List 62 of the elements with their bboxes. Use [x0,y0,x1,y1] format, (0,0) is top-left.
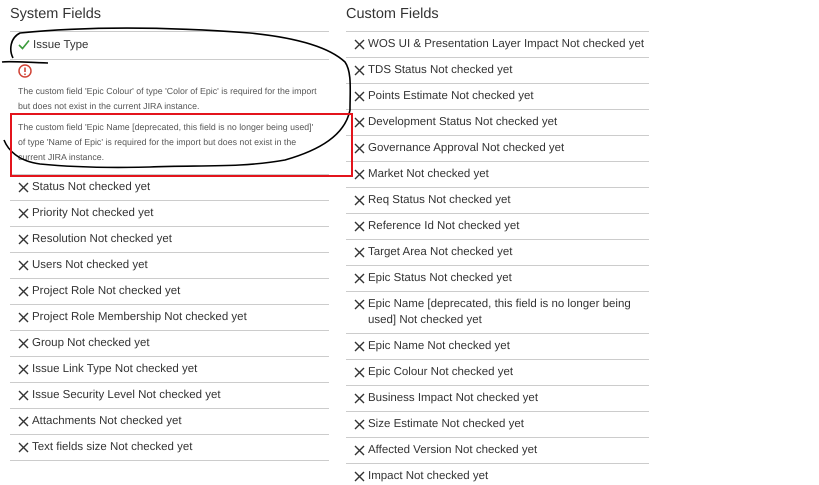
field-status-text: Priority Not checked yet [32,206,154,221]
field-status-text: Epic Status Not checked yet [368,271,512,286]
field-status-text: WOS UI & Presentation Layer Impact Not checked yet [368,37,644,52]
check-icon [18,39,30,50]
cross-icon [354,367,365,378]
field-status-text: Governance Approval Not checked yet [368,141,564,156]
cross-icon [18,416,29,427]
cross-icon [18,234,29,245]
error-message: The custom field 'Epic Colour' of type 'Color of Epic' is required for the import but does not exist in the current JIRA instance. [18,85,317,113]
cross-icon [354,471,365,482]
cross-icon [354,91,365,102]
cross-icon [18,442,29,453]
cross-icon [354,273,365,284]
field-status-text: Development Status Not checked yet [368,115,558,130]
cross-icon [18,286,29,297]
error-icon [18,64,32,78]
cross-icon [354,221,365,232]
field-status-text: Issue Type [33,38,88,53]
cross-icon [354,341,365,352]
field-status-text: Users Not checked yet [32,258,148,273]
field-status-text: Status Not checked yet [32,180,150,195]
field-status-text: Text fields size Not checked yet [32,440,192,455]
cross-icon [354,117,365,128]
field-status-text: Affected Version Not checked yet [368,443,538,458]
cross-icon [18,182,29,193]
field-status-text: Project Role Membership Not checked yet [32,310,247,325]
cross-icon [354,445,365,456]
section-title: Custom Fields [346,5,440,23]
field-status-text: Project Role Not checked yet [32,284,180,299]
cross-icon [354,65,365,76]
cross-icon [18,390,29,401]
cross-icon [354,39,365,50]
cross-icon [18,260,29,271]
field-status-text: Business Impact Not checked yet [368,391,538,406]
cross-icon [18,338,29,349]
cross-icon [354,143,365,154]
cross-icon [354,195,365,206]
cross-icon [354,393,365,404]
field-status-text: Req Status Not checked yet [368,193,511,208]
cross-icon [18,208,29,219]
cross-icon [354,247,365,258]
field-status-text: TDS Status Not checked yet [368,63,512,78]
field-status-text: Size Estimate Not checked yet [368,417,524,432]
field-status-text: Impact Not checked yet [368,469,488,484]
field-status-text: Resolution Not checked yet [32,232,172,247]
field-status-text: Target Area Not checked yet [368,245,512,260]
field-status-text: Group Not checked yet [32,336,150,351]
cross-icon [18,312,29,323]
cross-icon [354,299,365,310]
field-status-text: Attachments Not checked yet [32,414,182,429]
cross-icon [18,364,29,375]
field-status-text: Issue Security Level Not checked yet [32,388,221,403]
field-status-text: Issue Link Type Not checked yet [32,362,198,377]
field-status-text: Epic Name [deprecated, this field is no longer being used] Not checked yet [368,297,632,328]
field-status-text: Epic Name Not checked yet [368,339,510,354]
cross-icon [354,419,365,430]
field-status-text: Reference Id Not checked yet [368,219,520,234]
section-title: System Fields [10,5,102,23]
field-status-text: Market Not checked yet [368,167,489,182]
field-status-text: Epic Colour Not checked yet [368,365,514,380]
cross-icon [354,169,365,180]
field-status-text: Points Estimate Not checked yet [368,89,534,104]
